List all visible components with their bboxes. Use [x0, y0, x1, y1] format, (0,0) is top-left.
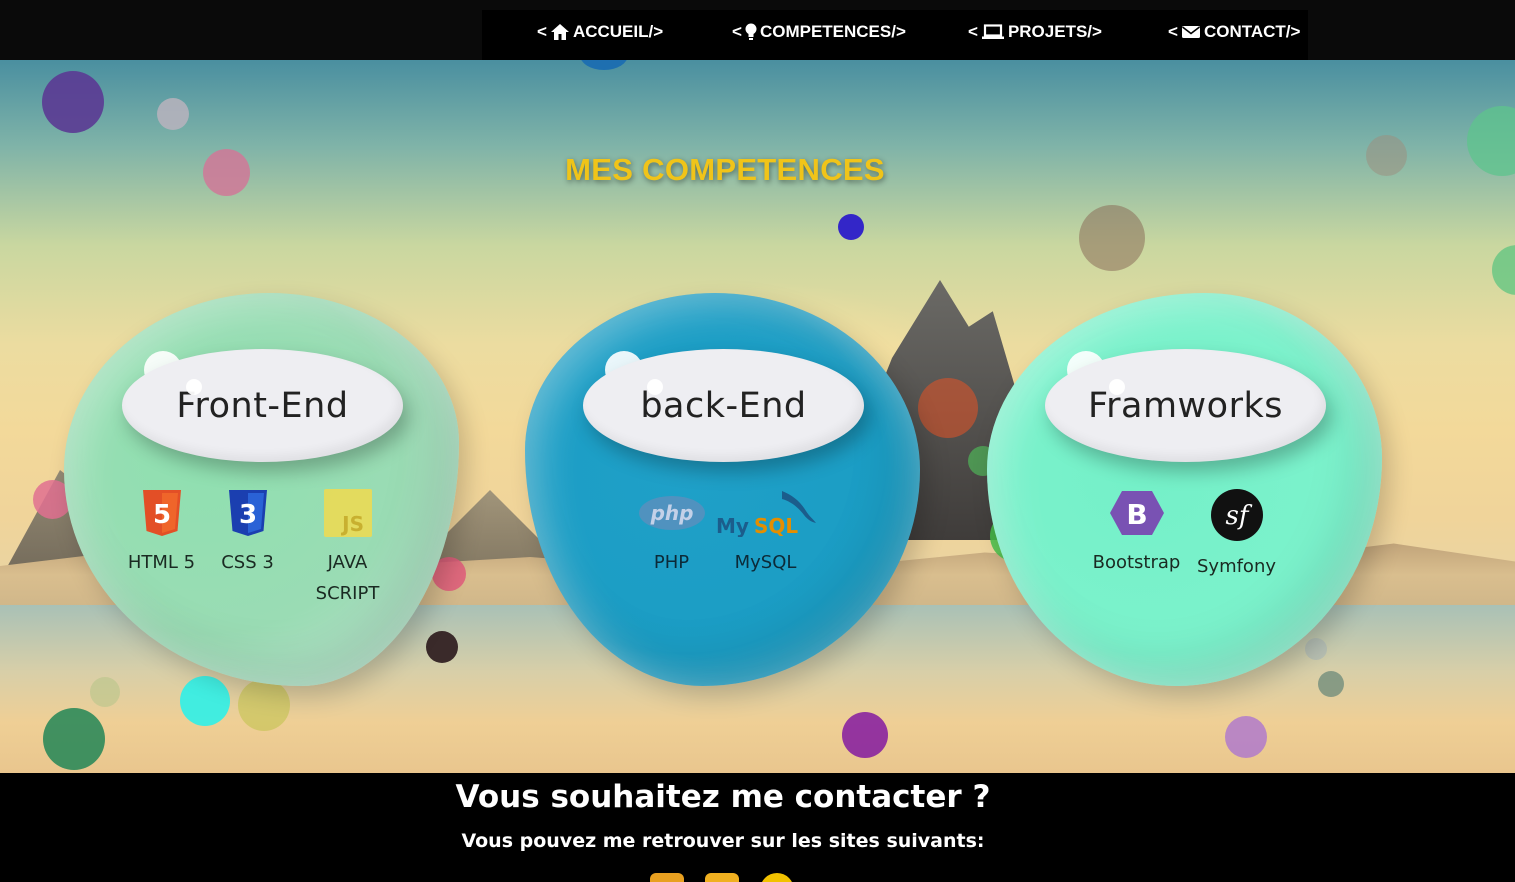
card-title: Framworks — [1045, 349, 1326, 462]
card-title: back-End — [583, 349, 864, 462]
skill-item: php PHP — [632, 489, 712, 578]
skill-label: PHP — [653, 552, 690, 573]
nav-label: PROJETS/> — [1007, 22, 1102, 41]
section-title: MES COMPETENCES — [565, 152, 885, 187]
html5-icon: 5 — [141, 489, 183, 541]
nav-link-projets[interactable]: < PROJETS/> — [968, 22, 1102, 42]
bootstrap-icon: B — [1108, 489, 1166, 541]
card-title: Front-End — [122, 349, 403, 462]
mysql-icon: My SQL — [714, 489, 818, 541]
bubble — [238, 679, 290, 731]
top-navigation-bar: < ACCUEIL/> < COMPETENCES/> < PROJETS/> … — [0, 0, 1515, 60]
nav-link-accueil[interactable]: < ACCUEIL/> — [537, 22, 663, 42]
skill-label: JAVA SCRIPT — [315, 552, 380, 604]
php-icon: php — [637, 489, 707, 541]
bubble — [90, 677, 120, 707]
bubble — [1225, 716, 1267, 758]
shine-highlight — [1109, 379, 1125, 395]
svg-text:SQL: SQL — [754, 514, 798, 537]
skill-label: HTML 5 — [127, 552, 196, 573]
shine-highlight — [186, 379, 202, 395]
bubble — [838, 214, 864, 240]
skill-item: B Bootstrap — [1085, 489, 1189, 582]
social-link-profile-icon[interactable] — [760, 873, 794, 882]
bubble — [1467, 106, 1515, 176]
skill-list: 5 HTML 5 3 CSS 3 JS JAVA SCRIPT — [64, 489, 459, 609]
bubble — [426, 631, 458, 663]
laptop-icon — [981, 24, 1005, 40]
contact-title: Vous souhaitez me contacter ? — [455, 779, 991, 815]
skill-label: MySQL — [734, 552, 797, 573]
svg-text:3: 3 — [238, 500, 256, 530]
skill-label: Bootstrap — [1092, 552, 1181, 573]
skill-item: JS JAVA SCRIPT — [298, 489, 398, 609]
home-icon — [550, 23, 570, 41]
skills-section: MES COMPETENCES Front-End 5 HTML 5 3 CSS… — [0, 60, 1515, 773]
svg-text:My: My — [716, 514, 749, 537]
skill-list: php PHP My SQL MySQL — [525, 489, 920, 578]
bubble — [180, 676, 230, 726]
nav-menu: < ACCUEIL/> < COMPETENCES/> < PROJETS/> … — [482, 10, 1308, 60]
svg-text:B: B — [1126, 498, 1147, 531]
contact-section: Vous souhaitez me contacter ? Vous pouve… — [0, 773, 1515, 882]
lightbulb-icon — [745, 23, 757, 41]
skill-item: 3 CSS 3 — [212, 489, 284, 609]
bubble — [842, 712, 888, 758]
skill-label: Symfony — [1196, 556, 1277, 577]
skill-item: My SQL MySQL — [716, 489, 816, 578]
nav-label: CONTACT/> — [1203, 22, 1301, 41]
nav-prefix: < — [537, 22, 547, 41]
symfony-icon: sf — [1210, 489, 1263, 545]
skill-list: B Bootstrap sf Symfony — [987, 489, 1382, 582]
bubble — [918, 378, 978, 438]
svg-text:5: 5 — [152, 500, 170, 530]
nav-prefix: < — [732, 22, 742, 41]
svg-text:php: php — [649, 501, 693, 525]
shine-highlight — [647, 379, 663, 395]
bubble — [43, 708, 105, 770]
javascript-icon: JS — [323, 489, 372, 541]
nav-prefix: < — [1168, 22, 1178, 41]
bubble — [1305, 638, 1327, 660]
skill-label: CSS 3 — [221, 552, 274, 573]
bubble — [1079, 205, 1145, 271]
skill-item: 5 HTML 5 — [126, 489, 198, 609]
css3-icon: 3 — [227, 489, 269, 541]
skill-item: sf Symfony — [1189, 489, 1285, 582]
envelope-icon — [1181, 24, 1201, 40]
bubble — [42, 71, 104, 133]
contact-subtitle: Vous pouvez me retrouver sur les sites s… — [461, 830, 985, 852]
bubble — [1318, 671, 1344, 697]
nav-link-contact[interactable]: < CONTACT/> — [1168, 22, 1300, 42]
svg-text:JS: JS — [340, 512, 364, 536]
nav-label: ACCUEIL/> — [572, 22, 664, 41]
social-link-github-icon[interactable] — [650, 873, 684, 882]
bubble — [157, 98, 189, 130]
nav-label: COMPETENCES/> — [759, 22, 906, 41]
nav-prefix: < — [968, 22, 978, 41]
nav-link-competences[interactable]: < COMPETENCES/> — [732, 22, 906, 42]
bubble — [580, 60, 628, 70]
bubble — [1492, 245, 1515, 295]
social-link-linkedin-icon[interactable] — [705, 873, 739, 882]
